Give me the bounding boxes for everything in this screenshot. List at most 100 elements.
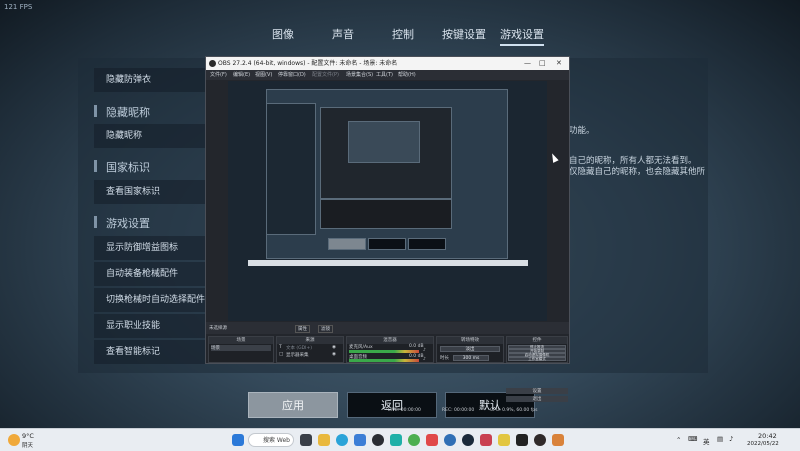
obs-titlebar[interactable]: OBS 27.2.4 (64-bit, windows) - 配置文件: 未命名… <box>206 57 569 70</box>
section-country: 国家标识 <box>94 159 150 175</box>
clock-date[interactable]: 2022/05/22 <box>747 441 779 447</box>
rec-timer: REC: 00:00:00 <box>442 408 475 413</box>
keyboard-icon[interactable]: ⌨ <box>688 435 697 443</box>
obs-window: OBS 27.2.4 (64-bit, windows) - 配置文件: 未命名… <box>205 56 570 413</box>
tab-game-settings[interactable]: 游戏设置 <box>500 26 544 46</box>
taskbar: 9°C 阴天 搜索 Web ⌃ ⌨ 英 ▤ ♪ 20:42 2022/05/22 <box>0 428 800 451</box>
transitions-dock-header: 转场特效 <box>437 337 503 344</box>
obs-logo-icon <box>209 60 216 67</box>
minimize-icon[interactable]: — <box>524 57 531 70</box>
app-icon[interactable] <box>426 434 438 446</box>
preview-nested-obs-inner <box>348 121 420 163</box>
preview-nested-docks <box>320 199 452 229</box>
sources-dock-header: 来源 <box>277 337 343 344</box>
settings-tabs: 图像 声音 控制 按键设置 游戏设置 <box>260 22 590 46</box>
tab-sound[interactable]: 声音 <box>332 26 354 42</box>
app-icon[interactable] <box>480 434 492 446</box>
preview-nested-back <box>368 238 406 250</box>
input-language[interactable]: 英 <box>703 436 710 446</box>
duration-input[interactable]: 300 ms <box>453 355 489 361</box>
visibility-eye-icon[interactable]: ◉ <box>332 352 336 357</box>
visibility-eye-icon[interactable]: ◉ <box>332 345 336 350</box>
preview-nested-sidebar <box>266 103 316 235</box>
obs-taskbar-icon[interactable] <box>534 434 546 446</box>
cpu-usage: CPU: 0.9%, 60.00 fps <box>490 408 538 413</box>
description-text: 功能。 <box>569 126 595 136</box>
no-source-label: 未选择源 <box>209 326 227 331</box>
preview-nested-default <box>408 238 446 250</box>
menu-file[interactable]: 文件(F) <box>210 70 227 80</box>
close-icon[interactable]: ✕ <box>556 57 562 70</box>
volume-speaker-icon[interactable]: ♪ <box>423 357 426 362</box>
menu-scene-collection[interactable]: 场景集合(S) <box>346 70 373 80</box>
scene-item[interactable]: 场景 <box>211 345 271 351</box>
taskbar-search[interactable]: 搜索 Web <box>248 433 294 447</box>
volume-speaker-icon[interactable]: ♪ <box>423 348 426 353</box>
weather-icon[interactable] <box>8 434 20 446</box>
steam-icon[interactable] <box>462 434 474 446</box>
store-icon[interactable] <box>354 434 366 446</box>
file-explorer-icon[interactable] <box>318 434 330 446</box>
menu-docks[interactable]: 停靠窗口(D) <box>278 70 306 80</box>
preview-nested-apply <box>328 238 366 250</box>
tab-keybinds[interactable]: 按键设置 <box>442 26 486 42</box>
menu-profile[interactable]: 配置文件(P) <box>312 70 339 80</box>
app-icon[interactable] <box>408 434 420 446</box>
volume-icon[interactable]: ♪ <box>729 435 733 443</box>
filters-button[interactable]: 滤镜 <box>318 325 333 333</box>
audio-meter <box>349 350 419 353</box>
menu-edit[interactable]: 编辑(E) <box>233 70 250 80</box>
app-icon[interactable] <box>390 434 402 446</box>
weather-temp[interactable]: 9°C <box>22 432 34 440</box>
obs-preview[interactable] <box>228 81 547 321</box>
scenes-dock-header: 场景 <box>209 337 273 344</box>
controls-dock: 控件 停止推流 开始录制 启动虚拟摄像机 工作室模式 <box>506 336 568 363</box>
fps-counter: 121 FPS <box>4 3 33 11</box>
menu-view[interactable]: 视图(V) <box>255 70 272 80</box>
obs-menubar: 文件(F) 编辑(E) 视图(V) 停靠窗口(D) 配置文件(P) 场景集合(S… <box>206 70 569 80</box>
section-nickname: 隐藏昵称 <box>94 104 150 120</box>
studio-mode-button[interactable]: 工作室模式 <box>508 357 566 361</box>
obs-source-toolbar: 未选择源 属性 滤镜 <box>206 322 569 334</box>
transitions-dock: 转场特效 淡出 时长 300 ms <box>436 336 504 363</box>
mixer-dock-header: 混音器 <box>347 337 433 344</box>
duration-label: 时长 <box>440 356 449 361</box>
audio-meter <box>349 359 419 362</box>
app-icon[interactable] <box>498 434 510 446</box>
source-item-display[interactable]: 显示器采集 <box>286 352 309 358</box>
sources-dock: 来源 文本 (GDI+) 显示器采集 T □ ◉ ◉ <box>276 336 344 363</box>
properties-button[interactable]: 属性 <box>295 325 310 333</box>
menu-tools[interactable]: 工具(T) <box>376 70 393 80</box>
settings-button[interactable]: 设置 <box>506 388 568 394</box>
mixer-dock: 混音器 麦克风/Aux 0.0 dB 桌面音频 0.0 dB ♪ ♪ <box>346 336 434 363</box>
transition-select[interactable]: 淡出 <box>440 346 500 352</box>
network-icon[interactable]: ▤ <box>717 435 723 443</box>
weather-desc[interactable]: 阴天 <box>22 441 33 449</box>
tray-chevron-icon[interactable]: ⌃ <box>676 436 681 444</box>
scenes-dock: 场景 场景 <box>208 336 274 363</box>
apply-button[interactable]: 应用 <box>248 392 338 418</box>
maximize-icon[interactable]: □ <box>539 57 546 70</box>
monitor-source-icon: □ <box>279 352 284 357</box>
back-button[interactable]: 返回 <box>347 392 437 418</box>
tab-graphics[interactable]: 图像 <box>272 26 294 42</box>
app-icon[interactable] <box>552 434 564 446</box>
source-item-text[interactable]: 文本 (GDI+) <box>286 345 312 351</box>
text-source-icon: T <box>279 345 282 350</box>
edge-icon[interactable] <box>336 434 348 446</box>
app-icon[interactable] <box>516 434 528 446</box>
app-icon[interactable] <box>444 434 456 446</box>
app-icon[interactable] <box>372 434 384 446</box>
live-timer: LIVE: 00:00:00 <box>388 408 421 413</box>
section-game: 游戏设置 <box>94 215 150 231</box>
clock-time[interactable]: 20:42 <box>758 432 777 440</box>
tab-control[interactable]: 控制 <box>392 26 414 42</box>
controls-dock-header: 控件 <box>507 337 567 344</box>
task-view-icon[interactable] <box>300 434 312 446</box>
exit-button[interactable]: 退出 <box>506 396 568 402</box>
menu-help[interactable]: 帮助(H) <box>398 70 416 80</box>
preview-nested-taskbar <box>248 260 528 266</box>
mixer-channel-db: 0.0 dB <box>409 344 424 349</box>
windows-start-icon[interactable] <box>232 434 244 446</box>
obs-window-title: OBS 27.2.4 (64-bit, windows) - 配置文件: 未命名… <box>218 60 398 67</box>
